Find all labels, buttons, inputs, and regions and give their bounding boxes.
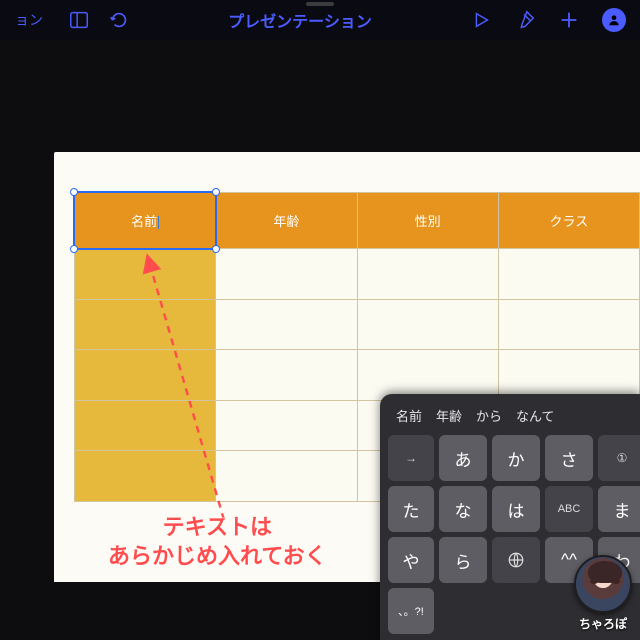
table-header-cell[interactable]: 名前 (75, 193, 216, 249)
mode-abc-key[interactable]: ABC (545, 486, 593, 532)
table-cell[interactable] (216, 249, 357, 300)
table-header-cell[interactable]: クラス (498, 193, 639, 249)
table-cell[interactable] (75, 350, 216, 401)
kana-key[interactable]: ま (598, 486, 640, 532)
selection-handle[interactable] (70, 188, 78, 196)
kana-key[interactable]: さ (545, 435, 593, 481)
kana-key[interactable]: は (492, 486, 540, 532)
keyboard-suggestion[interactable]: 年齢 (432, 404, 466, 427)
app-toolbar: ョン プレゼンテーション (0, 0, 640, 40)
table-cell[interactable] (498, 249, 639, 300)
sidebar-toggle-icon[interactable] (68, 9, 90, 31)
table-cell[interactable] (498, 299, 639, 350)
kana-key[interactable]: や (388, 537, 434, 583)
table-header-label: 名前 (131, 214, 157, 229)
add-icon[interactable] (558, 9, 580, 31)
table-row[interactable] (75, 299, 640, 350)
kana-key[interactable]: ^^ (545, 537, 593, 583)
undo-icon[interactable] (108, 9, 130, 31)
kana-key[interactable]: 、。?! (388, 588, 434, 634)
globe-key-icon[interactable] (492, 537, 540, 583)
table-cell[interactable] (75, 451, 216, 502)
table-header-cell[interactable]: 年齢 (216, 193, 357, 249)
table-cell[interactable] (216, 350, 357, 401)
keyboard-suggestion-bar: 名前 年齢 から なんて (384, 400, 636, 435)
table-header-label: クラス (550, 214, 589, 229)
kana-key[interactable]: か (492, 435, 540, 481)
table-cell[interactable] (357, 350, 498, 401)
kana-key[interactable]: た (388, 486, 434, 532)
collaborator-avatar-icon[interactable] (602, 8, 626, 32)
kana-key[interactable]: ら (439, 537, 487, 583)
kana-key[interactable]: あ (439, 435, 487, 481)
table-cell[interactable] (498, 350, 639, 401)
kana-key[interactable]: わ (598, 537, 640, 583)
table-cell[interactable] (216, 451, 357, 502)
text-cursor (158, 216, 159, 229)
document-title[interactable]: プレゼンテーション (130, 8, 470, 32)
play-icon[interactable] (470, 9, 492, 31)
window-drag-indicator (306, 2, 334, 6)
symbol-key[interactable]: ① (598, 435, 640, 481)
table-cell[interactable] (216, 400, 357, 451)
kana-key[interactable]: な (439, 486, 487, 532)
table-cell[interactable] (75, 299, 216, 350)
table-cell[interactable] (357, 249, 498, 300)
table-cell[interactable] (75, 249, 216, 300)
arrow-key[interactable]: → (388, 435, 434, 481)
keyboard-suggestion[interactable]: なんて (512, 404, 558, 427)
table-row[interactable] (75, 350, 640, 401)
toolbar-cropped-button[interactable]: ョン (8, 7, 50, 33)
table-header-cell[interactable]: 性別 (357, 193, 498, 249)
keyboard-suggestion[interactable]: 名前 (392, 404, 426, 427)
table-cell[interactable] (357, 299, 498, 350)
onscreen-keyboard[interactable]: 名前 年齢 から なんて →あかさ① たなはABCまやら ^^わ、。?! (380, 394, 640, 640)
table-cell[interactable] (75, 400, 216, 451)
table-cell[interactable] (216, 299, 357, 350)
keyboard-suggestion[interactable]: から (472, 404, 506, 427)
table-header-label: 年齢 (273, 214, 299, 229)
table-header-label: 性別 (415, 214, 441, 229)
format-brush-icon[interactable] (514, 9, 536, 31)
selection-handle[interactable] (70, 245, 78, 253)
table-row[interactable] (75, 249, 640, 300)
